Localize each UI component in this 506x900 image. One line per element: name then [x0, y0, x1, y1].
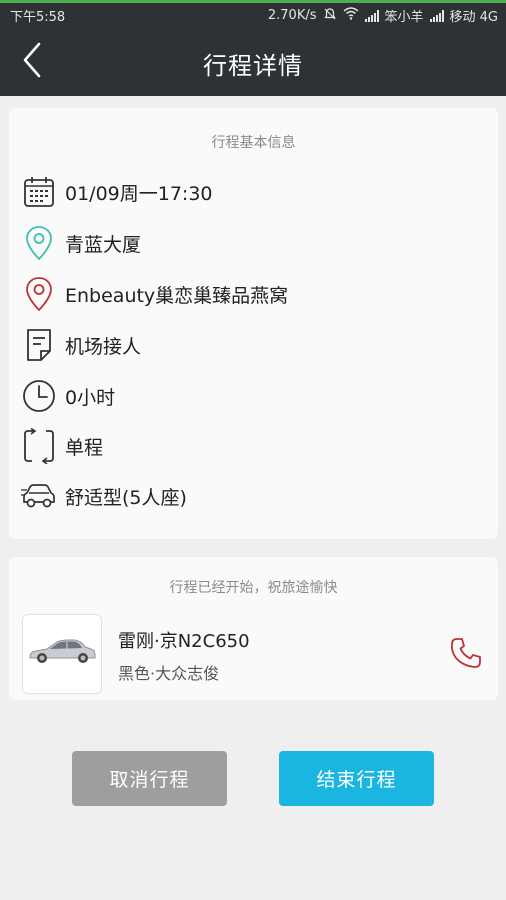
driver-card: 行程已经开始，祝旅途愉快 雷刚·京N2C650 黑色·大众志俊 [9, 557, 498, 700]
car-type-row: 舒适型(5人座) [21, 476, 187, 516]
trip-info-card: 行程基本信息 01/09周一17:30 青蓝大厦 Enbeauty巢恋巢臻品燕窝… [9, 108, 498, 539]
signal-icon [429, 9, 444, 22]
calendar-icon [21, 174, 57, 210]
destination-pin-icon [21, 276, 57, 312]
status-bar: 下午5:58 2.70K/s 笨小羊 移动 4G [0, 4, 506, 26]
trip-type-row: 单程 [21, 426, 103, 466]
network-speed: 2.70K/s [267, 8, 317, 23]
car-icon [21, 478, 57, 514]
trip-purpose: 机场接人 [65, 335, 142, 358]
trip-duration-row: 0小时 [21, 376, 115, 416]
call-driver-button[interactable] [446, 635, 486, 675]
trip-purpose-row: 机场接人 [21, 325, 141, 365]
signal-icon [364, 9, 379, 22]
trip-destination-row: Enbeauty巢恋巢臻品燕窝 [21, 274, 288, 314]
cancel-trip-button[interactable]: 取消行程 [72, 751, 227, 806]
app-header: 行程详情 [0, 30, 506, 94]
carrier-name-2: 移动 4G [449, 10, 498, 25]
trip-datetime-row: 01/09周一17:30 [21, 172, 213, 212]
end-trip-button[interactable]: 结束行程 [279, 751, 434, 806]
wifi-icon [343, 7, 359, 24]
car-type: 舒适型(5人座) [65, 486, 187, 509]
mute-icon [323, 7, 337, 25]
page-load-progress-fill [0, 0, 506, 3]
status-right-group: 2.70K/s 笨小羊 移动 4G [268, 6, 498, 25]
clock-icon [21, 378, 57, 414]
note-icon [21, 327, 57, 363]
one-way-icon [21, 428, 57, 464]
car-model: 黑色·大众志俊 [118, 664, 220, 683]
trip-datetime: 01/09周一17:30 [65, 182, 213, 205]
trip-info-heading: 行程基本信息 [211, 135, 296, 151]
trip-type: 单程 [65, 436, 104, 459]
trip-destination: Enbeauty巢恋巢臻品燕窝 [65, 284, 289, 307]
page-load-progress [0, 0, 506, 3]
trip-start-location: 青蓝大厦 [65, 233, 142, 256]
phone-icon [449, 636, 483, 674]
trip-duration: 0小时 [65, 386, 116, 409]
trip-status-message: 行程已经开始，祝旅途愉快 [169, 580, 338, 596]
top-bar: 下午5:58 2.70K/s 笨小羊 移动 4G 行程详情 [0, 0, 506, 96]
sedan-icon [27, 637, 97, 671]
start-location-pin-icon [21, 225, 57, 261]
status-time: 下午5:58 [10, 10, 66, 25]
car-thumbnail [22, 614, 102, 694]
trip-start-row: 青蓝大厦 [21, 223, 141, 263]
page-title: 行程详情 [203, 52, 303, 80]
driver-and-plate: 雷刚·京N2C650 [118, 631, 250, 652]
carrier-name-1: 笨小羊 [384, 10, 424, 25]
